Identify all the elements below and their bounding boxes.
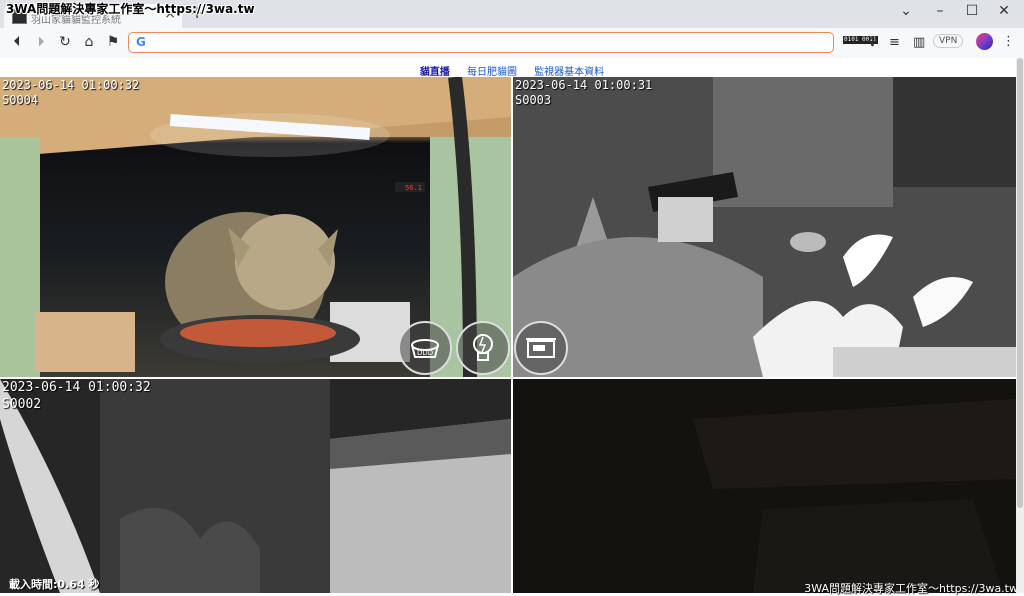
camera-timestamp: 2023-06-14 01:00:32 xyxy=(2,380,151,395)
bookmark-icon[interactable]: ⚑ xyxy=(104,34,122,50)
footer-watermark: 3WA問題解決專家工作室～https://3wa.tw xyxy=(804,582,1018,595)
maximize-icon[interactable]: ☐ xyxy=(962,3,982,19)
feeder-bowl-icon: DDD xyxy=(411,339,439,358)
camera-id: S0004 xyxy=(2,93,39,107)
weight-scale-button[interactable] xyxy=(514,321,568,375)
minimize-icon[interactable]: – xyxy=(930,3,950,19)
feed-scene-4 xyxy=(513,379,1016,593)
camera-feed-4[interactable] xyxy=(513,379,1016,593)
weight-scale-icon xyxy=(526,338,556,358)
forward-button[interactable]: ⏵ xyxy=(32,34,50,50)
google-g-icon: G xyxy=(136,35,146,49)
camera-id: S0003 xyxy=(515,93,552,107)
light-bulb-button[interactable] xyxy=(456,321,510,375)
vpn-button[interactable]: VPN xyxy=(933,34,964,48)
media-queue-icon[interactable]: ≡ xyxy=(889,35,900,50)
window-close-icon[interactable]: ✕ xyxy=(994,3,1014,19)
page-content: 貓直播 每日肥貓圖 監視器基本資料 56.1 2023-06-14 01:00:… xyxy=(0,58,1024,595)
light-bulb-icon xyxy=(473,334,493,361)
page-scrollbar[interactable] xyxy=(1016,58,1024,593)
feed-scene-s0002 xyxy=(0,379,511,593)
site-nav: 貓直播 每日肥貓圖 監視器基本資料 xyxy=(0,63,1024,78)
camera-timestamp: 2023-06-14 01:00:32 xyxy=(2,78,140,92)
feed-scene-s0003 xyxy=(513,77,1016,377)
home-button[interactable]: ⌂ xyxy=(80,34,98,50)
profile-avatar[interactable] xyxy=(976,33,993,50)
feeder-bowl-button[interactable]: DDD xyxy=(398,321,452,375)
menu-dots-icon[interactable]: ⋮ xyxy=(1002,34,1015,49)
camera-feed-s0003[interactable]: 2023-06-14 01:00:31 S0003 xyxy=(513,77,1016,377)
camera-timestamp: 2023-06-14 01:00:31 xyxy=(515,78,653,92)
address-bar[interactable]: G xyxy=(128,32,834,53)
reload-button[interactable]: ↻ xyxy=(56,34,74,50)
load-time-status: 載入時間:0.64 秒 xyxy=(9,578,100,591)
chevron-down-icon[interactable]: ⌄ xyxy=(896,3,916,19)
side-panel-icon[interactable]: ▥ xyxy=(913,35,925,50)
scrollbar-thumb[interactable] xyxy=(1017,58,1023,508)
camera-id: S0002 xyxy=(2,397,42,412)
overlay-watermark-title: 3WA問題解決專家工作室～https://3wa.tw xyxy=(6,2,255,16)
svg-text:DDD: DDD xyxy=(417,349,433,357)
extensions-puzzle-icon[interactable]: ✣ xyxy=(867,35,878,50)
browser-toolbar: ⏴ ⏵ ↻ ⌂ ⚑ G 0101 0011 ✣ ≡ ▥ VPN ⋮ xyxy=(0,28,1024,59)
svg-text:56.1: 56.1 xyxy=(405,184,422,192)
camera-feed-s0002[interactable]: 2023-06-14 01:00:32 S0002 xyxy=(0,379,511,593)
back-button[interactable]: ⏴ xyxy=(8,34,26,50)
